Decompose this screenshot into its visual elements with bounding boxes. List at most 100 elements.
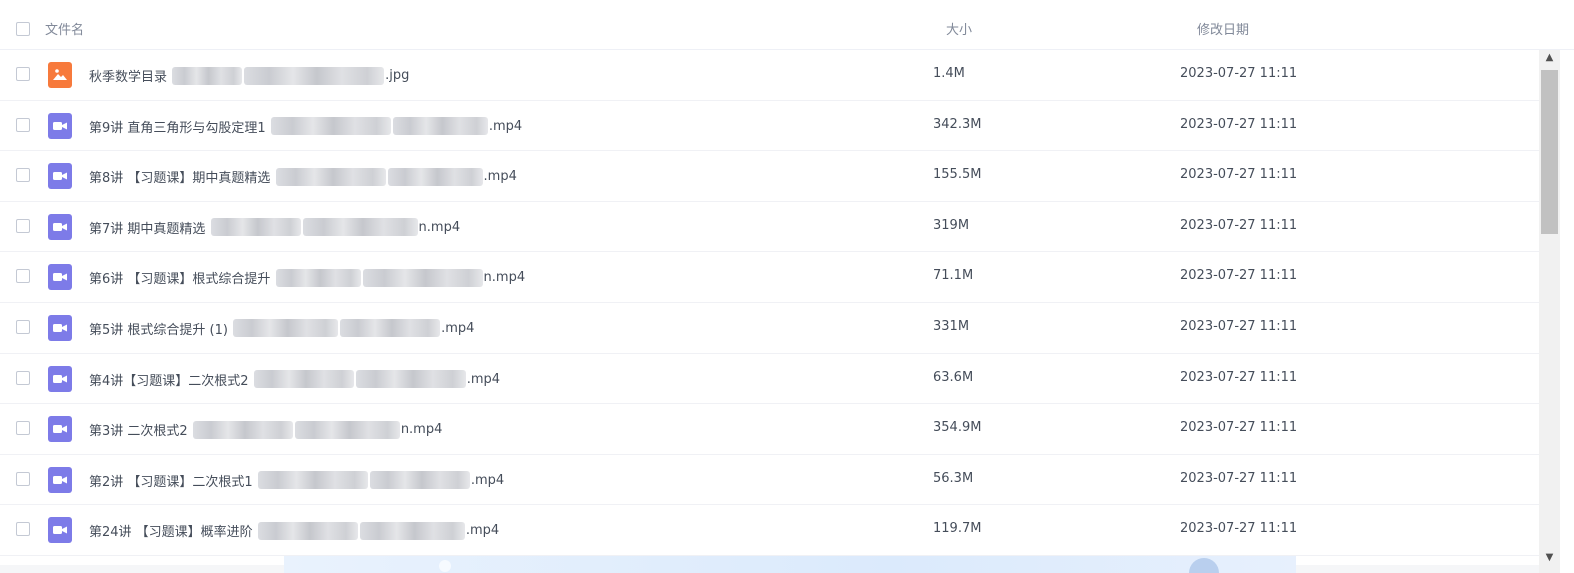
file-extension: .mp4 — [441, 320, 475, 336]
file-list: 秋季数学目录 .jpg 1.4M 2023-07-27 11:11 第9讲 直角三角形… — [0, 50, 1539, 556]
file-modified-date: 2023-07-27 11:11 — [1180, 470, 1298, 486]
redacted-filename-segment — [275, 167, 386, 186]
file-extension: n.mp4 — [418, 219, 461, 235]
file-list-header: 文件名 大小 修改日期 — [0, 0, 1574, 50]
vertical-scrollbar[interactable]: ▲ ▼ — [1539, 50, 1560, 573]
video-file-icon — [48, 112, 72, 139]
redacted-filename-segment — [302, 218, 418, 237]
file-size: 319M — [933, 217, 970, 233]
file-name[interactable]: 第8讲 【习题课】期中真题精选 .mp4 — [89, 167, 517, 186]
bottom-banner[interactable] — [284, 556, 1296, 573]
redacted-filename-segment — [362, 268, 483, 287]
file-extension: .mp4 — [466, 371, 501, 387]
file-row-checkbox[interactable] — [16, 319, 30, 334]
file-row[interactable]: 第7讲 期中真题精选 n.mp4 319M 2023-07-27 11:11 — [0, 202, 1539, 253]
file-name[interactable]: 第24讲 【习题课】概率进阶 .mp4 — [89, 521, 499, 540]
file-extension: n.mp4 — [400, 422, 443, 438]
redacted-filename-segment — [257, 471, 368, 490]
file-name[interactable]: 第7讲 期中真题精选 n.mp4 — [89, 218, 460, 237]
column-header-date[interactable]: 修改日期 — [1197, 19, 1249, 38]
file-name-prefix: 第4讲【习题课】二次根式2 — [89, 373, 253, 389]
file-size: 71.1M — [933, 268, 974, 284]
file-name-prefix: 第5讲 根式综合提升 (1) — [89, 322, 233, 338]
file-row-checkbox[interactable] — [16, 522, 30, 537]
file-extension: .mp4 — [470, 472, 505, 488]
select-all-checkbox[interactable] — [16, 22, 30, 36]
file-size: 155.5M — [933, 167, 982, 183]
file-size: 331M — [933, 318, 970, 334]
file-name[interactable]: 第2讲 【习题课】二次根式1 .mp4 — [89, 471, 504, 490]
file-row[interactable]: 第4讲【习题课】二次根式2 .mp4 63.6M 2023-07-27 11:11 — [0, 354, 1539, 405]
file-row[interactable]: 第5讲 根式综合提升 (1) .mp4 331M 2023-07-27 11:11 — [0, 303, 1539, 354]
file-row-checkbox[interactable] — [16, 218, 30, 233]
redacted-filename-segment — [172, 66, 243, 85]
file-modified-date: 2023-07-27 11:11 — [1180, 167, 1298, 183]
file-name-prefix: 第8讲 【习题课】期中真题精选 — [89, 171, 275, 187]
scrollbar-thumb[interactable] — [1541, 70, 1558, 234]
file-size: 342.3M — [933, 116, 982, 132]
banner-decoration — [439, 560, 451, 572]
redacted-filename-segment — [387, 167, 483, 186]
file-modified-date: 2023-07-27 11:11 — [1180, 116, 1298, 132]
file-extension: .mp4 — [488, 118, 523, 134]
redacted-filename-segment — [233, 319, 339, 338]
file-row[interactable]: 第2讲 【习题课】二次根式1 .mp4 56.3M 2023-07-27 11:11 — [0, 455, 1539, 506]
file-name-prefix: 第2讲 【习题课】二次根式1 — [89, 474, 257, 490]
file-modified-date: 2023-07-27 11:11 — [1180, 521, 1298, 537]
file-name[interactable]: 第4讲【习题课】二次根式2 .mp4 — [89, 370, 500, 389]
file-size: 56.3M — [933, 470, 974, 486]
file-size: 63.6M — [933, 369, 974, 385]
redacted-filename-segment — [392, 117, 488, 136]
file-name-prefix: 第7讲 期中真题精选 — [89, 221, 210, 237]
redacted-filename-segment — [192, 420, 293, 439]
file-size: 1.4M — [933, 66, 965, 81]
file-extension: .mp4 — [483, 169, 517, 185]
file-row[interactable]: 第6讲 【习题课】根式综合提升 n.mp4 71.1M 2023-07-27 11:… — [0, 252, 1539, 303]
file-name[interactable]: 第9讲 直角三角形与勾股定理1 .mp4 — [89, 117, 522, 136]
file-modified-date: 2023-07-27 11:11 — [1180, 318, 1298, 334]
column-header-size[interactable]: 大小 — [946, 19, 972, 38]
file-size: 354.9M — [933, 420, 982, 436]
file-extension: n.mp4 — [483, 270, 526, 286]
file-size: 119.7M — [933, 521, 982, 537]
video-file-icon — [48, 264, 72, 291]
redacted-filename-segment — [244, 66, 385, 85]
file-row-checkbox[interactable] — [16, 117, 30, 132]
file-row[interactable]: 第3讲 二次根式2 n.mp4 354.9M 2023-07-27 11:11 — [0, 404, 1539, 455]
redacted-filename-segment — [340, 319, 441, 338]
file-row-checkbox[interactable] — [16, 67, 30, 81]
redacted-filename-segment — [210, 218, 301, 237]
redacted-filename-segment — [294, 420, 400, 439]
video-file-icon — [48, 365, 72, 392]
file-row-checkbox[interactable] — [16, 370, 30, 385]
video-file-icon — [48, 416, 72, 443]
file-modified-date: 2023-07-27 11:11 — [1180, 268, 1298, 284]
file-extension: .mp4 — [465, 523, 500, 539]
file-name[interactable]: 第6讲 【习题课】根式综合提升 n.mp4 — [89, 268, 525, 287]
file-modified-date: 2023-07-27 11:11 — [1180, 420, 1298, 436]
file-row[interactable]: 第9讲 直角三角形与勾股定理1 .mp4 342.3M 2023-07-27 11:… — [0, 101, 1539, 152]
redacted-filename-segment — [275, 268, 361, 287]
file-name[interactable]: 第5讲 根式综合提升 (1) .mp4 — [89, 319, 474, 338]
scroll-down-arrow-icon[interactable]: ▼ — [1539, 550, 1560, 566]
file-name[interactable]: 秋季数学目录 .jpg — [89, 66, 409, 85]
file-name[interactable]: 第3讲 二次根式2 n.mp4 — [89, 420, 442, 439]
banner-decoration — [1189, 558, 1219, 573]
file-row-checkbox[interactable] — [16, 168, 30, 183]
file-row[interactable]: 第8讲 【习题课】期中真题精选 .mp4 155.5M 2023-07-27 11:… — [0, 151, 1539, 202]
file-row[interactable]: 第24讲 【习题课】概率进阶 .mp4 119.7M 2023-07-27 11:1… — [0, 505, 1539, 556]
file-modified-date: 2023-07-27 11:11 — [1180, 66, 1298, 81]
file-row[interactable]: 秋季数学目录 .jpg 1.4M 2023-07-27 11:11 — [0, 50, 1539, 101]
scroll-up-arrow-icon[interactable]: ▲ — [1539, 50, 1560, 66]
file-row-checkbox[interactable] — [16, 471, 30, 486]
image-file-icon — [48, 62, 72, 88]
file-extension: .jpg — [385, 68, 410, 83]
file-row-checkbox[interactable] — [16, 269, 30, 284]
video-file-icon — [48, 517, 72, 544]
column-header-name[interactable]: 文件名 — [45, 19, 84, 38]
file-row-checkbox[interactable] — [16, 421, 30, 436]
file-modified-date: 2023-07-27 11:11 — [1180, 217, 1298, 233]
redacted-filename-segment — [253, 370, 354, 389]
file-modified-date: 2023-07-27 11:11 — [1180, 369, 1298, 385]
file-name-prefix: 第24讲 【习题课】概率进阶 — [89, 525, 257, 541]
